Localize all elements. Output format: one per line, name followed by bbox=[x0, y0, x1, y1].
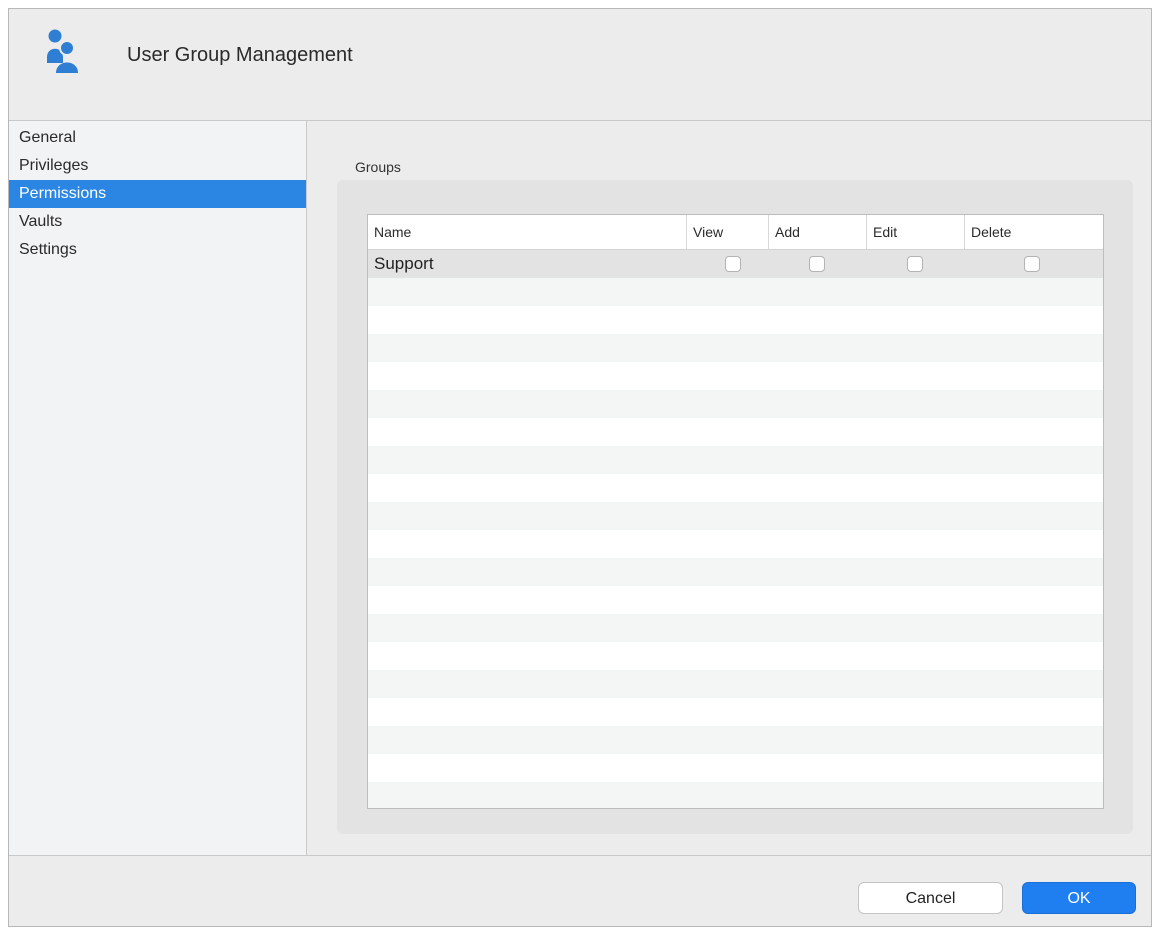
table-header: Name View Add Edit Delete bbox=[368, 215, 1103, 250]
add-checkbox[interactable] bbox=[809, 256, 825, 272]
window-header: User Group Management bbox=[9, 9, 1151, 121]
empty-row bbox=[368, 558, 1103, 586]
empty-row bbox=[368, 782, 1103, 808]
empty-row bbox=[368, 390, 1103, 418]
dialog-footer: Cancel OK bbox=[9, 855, 1151, 926]
table-row[interactable]: Support bbox=[368, 250, 1103, 278]
empty-row bbox=[368, 362, 1103, 390]
empty-row bbox=[368, 670, 1103, 698]
sidebar-list: General Privileges Permissions Vaults Se… bbox=[9, 121, 306, 264]
table-body: Support bbox=[368, 250, 1103, 808]
empty-row bbox=[368, 726, 1103, 754]
groups-label: Groups bbox=[355, 159, 401, 175]
sidebar-item-general[interactable]: General bbox=[9, 124, 306, 152]
empty-row bbox=[368, 530, 1103, 558]
column-header-add[interactable]: Add bbox=[768, 215, 866, 249]
empty-row bbox=[368, 278, 1103, 306]
column-header-edit[interactable]: Edit bbox=[866, 215, 964, 249]
add-cell bbox=[768, 250, 866, 278]
empty-row bbox=[368, 474, 1103, 502]
empty-row bbox=[368, 586, 1103, 614]
user-group-management-window: User Group Management General Privileges… bbox=[8, 8, 1152, 927]
view-checkbox[interactable] bbox=[725, 256, 741, 272]
column-header-name[interactable]: Name bbox=[368, 215, 686, 249]
ok-button[interactable]: OK bbox=[1022, 882, 1136, 914]
window-title: User Group Management bbox=[127, 44, 353, 66]
empty-row bbox=[368, 614, 1103, 642]
empty-row bbox=[368, 502, 1103, 530]
groups-table: Name View Add Edit Delete Support bbox=[367, 214, 1104, 809]
empty-row bbox=[368, 642, 1103, 670]
empty-row bbox=[368, 306, 1103, 334]
group-name-cell: Support bbox=[374, 254, 434, 273]
column-header-view[interactable]: View bbox=[686, 215, 768, 249]
delete-cell bbox=[964, 250, 1103, 278]
empty-row bbox=[368, 698, 1103, 726]
groups-box: Name View Add Edit Delete Support bbox=[337, 180, 1133, 834]
users-group-icon bbox=[43, 27, 83, 77]
empty-row bbox=[368, 334, 1103, 362]
delete-checkbox[interactable] bbox=[1024, 256, 1040, 272]
sidebar-item-privileges[interactable]: Privileges bbox=[9, 152, 306, 180]
sidebar-item-permissions[interactable]: Permissions bbox=[9, 180, 306, 208]
view-cell bbox=[686, 250, 768, 278]
sidebar-item-vaults[interactable]: Vaults bbox=[9, 208, 306, 236]
column-header-delete[interactable]: Delete bbox=[964, 215, 1103, 249]
sidebar: General Privileges Permissions Vaults Se… bbox=[9, 121, 307, 855]
empty-row bbox=[368, 446, 1103, 474]
sidebar-item-settings[interactable]: Settings bbox=[9, 236, 306, 264]
empty-row bbox=[368, 418, 1103, 446]
edit-cell bbox=[866, 250, 964, 278]
cancel-button[interactable]: Cancel bbox=[858, 882, 1003, 914]
empty-row bbox=[368, 754, 1103, 782]
edit-checkbox[interactable] bbox=[907, 256, 923, 272]
permissions-panel: Groups Name View Add Edit Delete Support bbox=[307, 121, 1151, 855]
